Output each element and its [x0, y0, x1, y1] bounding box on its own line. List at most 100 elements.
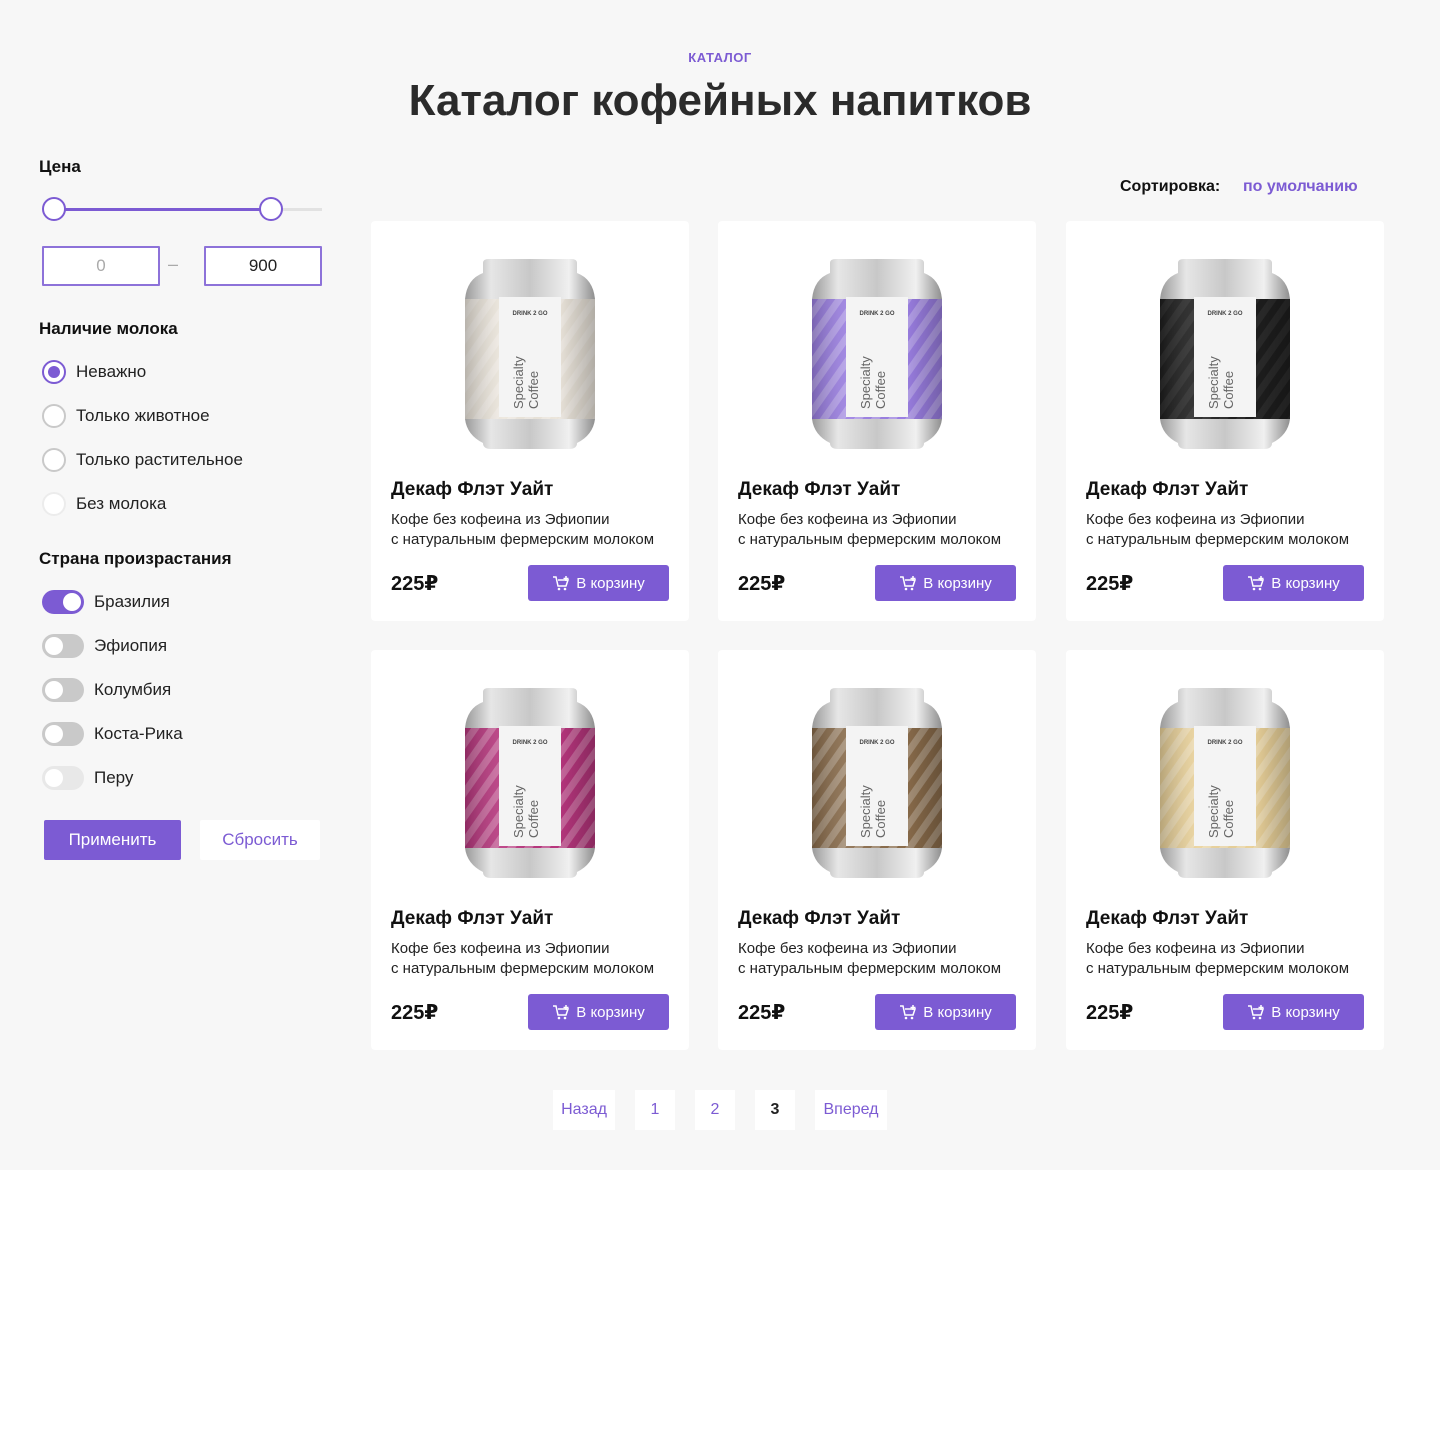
- add-to-cart-label: В корзину: [923, 574, 992, 592]
- price-slider-min-thumb[interactable]: [42, 197, 66, 221]
- product-description-line: Кофе без кофеина из Эфиопии: [1086, 940, 1305, 957]
- product-card[interactable]: DRINK 2 GO Specialty Coffee Декаф Флэт У…: [1066, 221, 1384, 621]
- product-description-line: Кофе без кофеина из Эфиопии: [738, 940, 957, 957]
- svg-text:DRINK 2 GO: DRINK 2 GO: [859, 740, 894, 746]
- pagination-page[interactable]: 1: [635, 1090, 675, 1130]
- price-max-input[interactable]: [204, 246, 322, 286]
- product-description-line: Кофе без кофеина из Эфиопии: [738, 511, 957, 528]
- product-card[interactable]: DRINK 2 GO Specialty Coffee Декаф Флэт У…: [718, 221, 1036, 621]
- cart-plus-icon: [900, 576, 917, 591]
- pagination-page[interactable]: 3: [755, 1090, 795, 1130]
- page-title: Каталог кофейных напитков: [408, 76, 1032, 125]
- milk-option-label: Только животное: [76, 406, 210, 425]
- product-description-line: с натуральным фермерским молоком: [391, 960, 655, 977]
- product-name[interactable]: Декаф Флэт Уайт: [391, 479, 553, 501]
- add-to-cart-label: В корзину: [1271, 574, 1340, 592]
- country-toggle[interactable]: [42, 590, 84, 614]
- svg-text:Coffee: Coffee: [1221, 800, 1236, 838]
- product-image: DRINK 2 GO Specialty Coffee: [465, 688, 595, 878]
- product-price: 225₽: [1086, 573, 1134, 595]
- add-to-cart-button[interactable]: В корзину: [875, 994, 1016, 1030]
- product-description-line: с натуральным фермерским молоком: [391, 531, 655, 548]
- cart-plus-icon: [553, 576, 570, 591]
- product-name[interactable]: Декаф Флэт Уайт: [391, 908, 553, 930]
- add-to-cart-button[interactable]: В корзину: [528, 565, 669, 601]
- svg-text:DRINK 2 GO: DRINK 2 GO: [1207, 311, 1242, 317]
- milk-option[interactable]: Только животное: [42, 403, 210, 429]
- country-option[interactable]: Коста-Рика: [42, 721, 183, 747]
- product-price: 225₽: [391, 573, 439, 595]
- svg-text:DRINK 2 GO: DRINK 2 GO: [859, 311, 894, 317]
- add-to-cart-label: В корзину: [923, 1003, 992, 1021]
- product-description: Кофе без кофеина из Эфиопии с натуральным…: [738, 939, 1028, 979]
- product-name[interactable]: Декаф Флэт Уайт: [1086, 479, 1248, 501]
- svg-text:Specialty: Specialty: [858, 785, 873, 838]
- product-image: DRINK 2 GO Specialty Coffee: [1160, 259, 1290, 449]
- product-price: 225₽: [391, 1002, 439, 1024]
- product-card[interactable]: DRINK 2 GO Specialty Coffee Декаф Флэт У…: [718, 650, 1036, 1050]
- add-to-cart-label: В корзину: [1271, 1003, 1340, 1021]
- cart-plus-icon: [900, 1005, 917, 1020]
- country-toggle[interactable]: [42, 634, 84, 658]
- add-to-cart-button[interactable]: В корзину: [528, 994, 669, 1030]
- country-toggle[interactable]: [42, 678, 84, 702]
- milk-option-label: Неважно: [76, 362, 147, 381]
- svg-text:Coffee: Coffee: [873, 371, 888, 409]
- product-name[interactable]: Декаф Флэт Уайт: [738, 908, 900, 930]
- add-to-cart-button[interactable]: В корзину: [1223, 565, 1364, 601]
- radio-button[interactable]: [42, 404, 66, 428]
- radio-button[interactable]: [42, 448, 66, 472]
- milk-option-label: Без молока: [76, 494, 167, 513]
- sort-dropdown[interactable]: по умолчанию: [1243, 178, 1358, 196]
- price-slider[interactable]: [42, 197, 322, 221]
- milk-option-label: Только растительное: [76, 450, 243, 469]
- milk-option[interactable]: Неважно: [42, 359, 146, 385]
- product-description-line: с натуральным фермерским молоком: [738, 960, 1002, 977]
- pagination-prev[interactable]: Назад: [553, 1090, 615, 1130]
- product-description: Кофе без кофеина из Эфиопии с натуральным…: [1086, 510, 1376, 550]
- pagination-next[interactable]: Вперед: [815, 1090, 887, 1130]
- country-toggle[interactable]: [42, 722, 84, 746]
- reset-filters-button[interactable]: Сбросить: [200, 820, 320, 860]
- add-to-cart-button[interactable]: В корзину: [875, 565, 1016, 601]
- country-option-label: Эфиопия: [94, 636, 168, 655]
- product-card[interactable]: DRINK 2 GO Specialty Coffee Декаф Флэт У…: [371, 221, 689, 621]
- add-to-cart-button[interactable]: В корзину: [1223, 994, 1364, 1030]
- country-option-label: Бразилия: [94, 592, 170, 611]
- product-name[interactable]: Декаф Флэт Уайт: [1086, 908, 1248, 930]
- country-filter-label: Страна произрастания: [39, 549, 232, 568]
- milk-option[interactable]: Без молока: [42, 491, 166, 517]
- product-price: 225₽: [738, 573, 786, 595]
- product-card[interactable]: DRINK 2 GO Specialty Coffee Декаф Флэт У…: [1066, 650, 1384, 1050]
- product-description-line: Кофе без кофеина из Эфиопии: [1086, 511, 1305, 528]
- svg-text:Coffee: Coffee: [526, 371, 541, 409]
- product-description-line: Кофе без кофеина из Эфиопии: [391, 940, 610, 957]
- svg-text:Coffee: Coffee: [873, 800, 888, 838]
- pagination-page[interactable]: 2: [695, 1090, 735, 1130]
- country-option-label: Колумбия: [94, 680, 172, 699]
- product-name[interactable]: Декаф Флэт Уайт: [738, 479, 900, 501]
- country-toggle[interactable]: [42, 766, 84, 790]
- price-min-input[interactable]: [42, 246, 160, 286]
- product-price: 225₽: [1086, 1002, 1134, 1024]
- milk-option[interactable]: Только растительное: [42, 447, 243, 473]
- cart-plus-icon: [553, 1005, 570, 1020]
- country-option[interactable]: Бразилия: [42, 589, 170, 615]
- product-image: DRINK 2 GO Specialty Coffee: [465, 259, 595, 449]
- product-card[interactable]: DRINK 2 GO Specialty Coffee Декаф Флэт У…: [371, 650, 689, 1050]
- country-option-label: Перу: [94, 768, 134, 787]
- price-slider-max-thumb[interactable]: [258, 197, 283, 221]
- catalog-section: КАТАЛОГ Каталог кофейных напитков Цена –…: [0, 0, 1440, 1170]
- country-option[interactable]: Перу: [42, 765, 133, 791]
- svg-text:DRINK 2 GO: DRINK 2 GO: [1207, 740, 1242, 746]
- add-to-cart-label: В корзину: [576, 1003, 645, 1021]
- apply-filters-button[interactable]: Применить: [44, 820, 181, 860]
- product-image: DRINK 2 GO Specialty Coffee: [1160, 688, 1290, 878]
- milk-filter-label: Наличие молока: [39, 319, 178, 338]
- svg-text:Coffee: Coffee: [1221, 371, 1236, 409]
- product-description-line: с натуральным фермерским молоком: [738, 531, 1002, 548]
- radio-button[interactable]: [42, 492, 66, 516]
- country-option[interactable]: Колумбия: [42, 677, 171, 703]
- country-option[interactable]: Эфиопия: [42, 633, 167, 659]
- radio-button[interactable]: [42, 360, 66, 384]
